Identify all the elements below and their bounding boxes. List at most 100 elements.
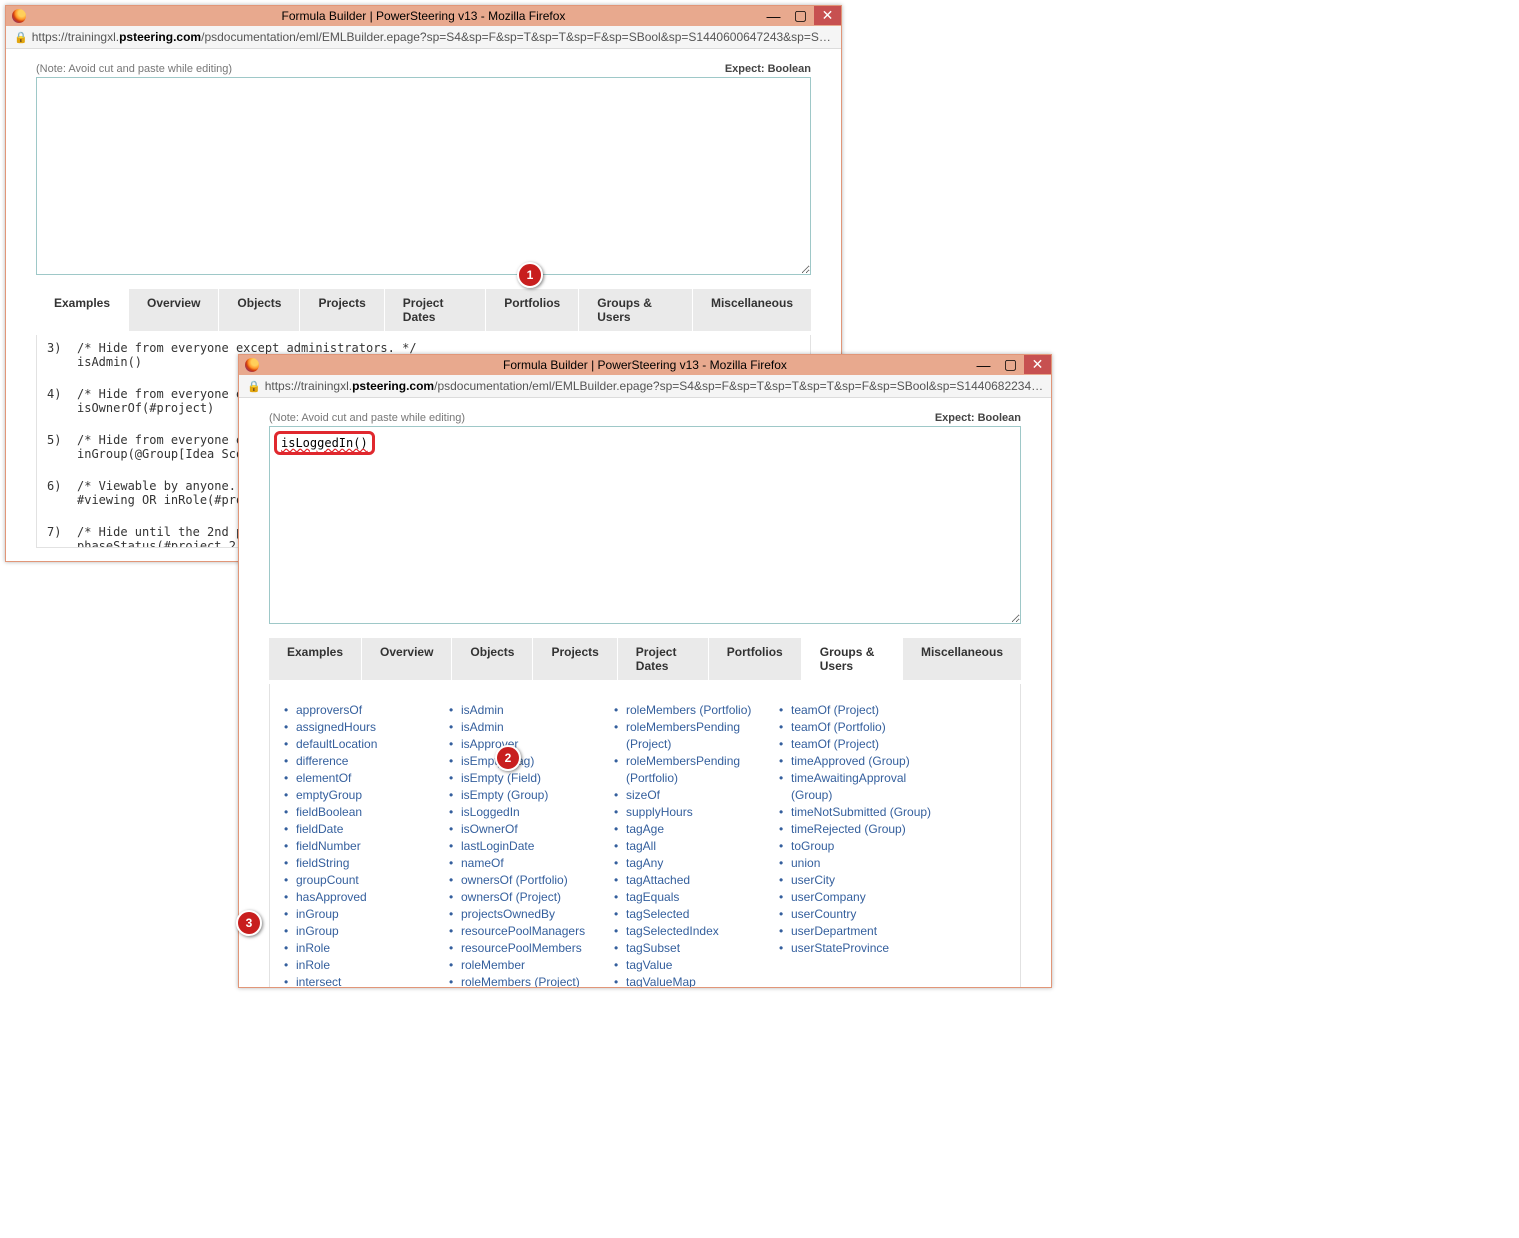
function-link[interactable]: isEmpty (Field) — [449, 770, 614, 787]
tab-groups-users[interactable]: Groups & Users — [801, 638, 902, 680]
function-link[interactable]: roleMembersPending (Portfolio) — [614, 753, 779, 787]
function-link[interactable]: defaultLocation — [284, 736, 449, 753]
editor-note: (Note: Avoid cut and paste while editing… — [269, 412, 465, 424]
function-link[interactable]: timeAwaitingApproval (Group) — [779, 770, 944, 804]
function-link[interactable]: tagAge — [614, 821, 779, 838]
minimize-button[interactable]: — — [760, 6, 787, 25]
function-link[interactable]: userCompany — [779, 889, 944, 906]
tab-miscellaneous[interactable]: Miscellaneous — [692, 289, 811, 331]
editor-note: (Note: Avoid cut and paste while editing… — [36, 63, 232, 75]
expect-label: Expect: Boolean — [935, 412, 1021, 424]
function-link[interactable]: fieldString — [284, 855, 449, 872]
function-link[interactable]: toGroup — [779, 838, 944, 855]
function-link[interactable]: elementOf — [284, 770, 449, 787]
function-link[interactable]: resourcePoolManagers — [449, 923, 614, 940]
function-link[interactable]: roleMember — [449, 957, 614, 974]
function-link[interactable]: intersect — [284, 974, 449, 987]
function-link[interactable]: approversOf — [284, 702, 449, 719]
function-link[interactable]: teamOf (Portfolio) — [779, 719, 944, 736]
tab-portfolios[interactable]: Portfolios — [708, 638, 801, 680]
maximize-button[interactable]: ▢ — [997, 355, 1024, 374]
function-link[interactable]: projectsOwnedBy — [449, 906, 614, 923]
function-link[interactable]: supplyHours — [614, 804, 779, 821]
function-link[interactable]: roleMembers (Portfolio) — [614, 702, 779, 719]
close-button[interactable]: ✕ — [1024, 355, 1051, 374]
function-link[interactable]: isAdmin — [449, 702, 614, 719]
function-link[interactable]: isApprover — [449, 736, 614, 753]
tab-examples[interactable]: Examples — [36, 289, 128, 331]
function-link[interactable]: assignedHours — [284, 719, 449, 736]
function-link[interactable]: inRole — [284, 957, 449, 974]
function-link[interactable]: userCountry — [779, 906, 944, 923]
function-link[interactable]: sizeOf — [614, 787, 779, 804]
function-link[interactable]: fieldDate — [284, 821, 449, 838]
tab-projects[interactable]: Projects — [299, 289, 383, 331]
function-link[interactable]: tagAny — [614, 855, 779, 872]
function-link[interactable]: resourcePoolMembers — [449, 940, 614, 957]
window-titlebar: Formula Builder | PowerSteering v13 - Mo… — [6, 6, 841, 25]
function-link[interactable]: fieldNumber — [284, 838, 449, 855]
function-link[interactable]: fieldBoolean — [284, 804, 449, 821]
formula-editor[interactable] — [36, 77, 811, 275]
close-button[interactable]: ✕ — [814, 6, 841, 25]
tab-portfolios[interactable]: Portfolios — [485, 289, 578, 331]
function-link[interactable]: teamOf (Project) — [779, 702, 944, 719]
function-link[interactable]: tagSelected — [614, 906, 779, 923]
lock-icon: 🔒 — [14, 31, 28, 44]
function-link[interactable]: tagValueMap — [614, 974, 779, 987]
function-link[interactable]: timeApproved (Group) — [779, 753, 944, 770]
maximize-button[interactable]: ▢ — [787, 6, 814, 25]
function-link[interactable]: groupCount — [284, 872, 449, 889]
app-icon — [12, 9, 26, 23]
function-link[interactable]: hasApproved — [284, 889, 449, 906]
function-link[interactable]: tagEquals — [614, 889, 779, 906]
function-link[interactable]: tagAttached — [614, 872, 779, 889]
formula-editor[interactable]: isLoggedIn() — [269, 426, 1021, 624]
function-link[interactable]: tagAll — [614, 838, 779, 855]
function-link[interactable]: inRole — [284, 940, 449, 957]
function-link[interactable]: userStateProvince — [779, 940, 944, 957]
function-link[interactable]: isEmpty (Tag) — [449, 753, 614, 770]
window-title: Formula Builder | PowerSteering v13 - Mo… — [6, 9, 841, 23]
tab-project-dates[interactable]: Project Dates — [384, 289, 485, 331]
callout-2: 2 — [495, 745, 521, 771]
tab-miscellaneous[interactable]: Miscellaneous — [902, 638, 1021, 680]
tab-examples[interactable]: Examples — [269, 638, 361, 680]
function-link[interactable]: userDepartment — [779, 923, 944, 940]
tab-overview[interactable]: Overview — [128, 289, 218, 331]
address-bar[interactable]: 🔒 https://trainingxl.psteering.com/psdoc… — [239, 374, 1051, 398]
tab-objects[interactable]: Objects — [218, 289, 299, 331]
function-link[interactable]: teamOf (Project) — [779, 736, 944, 753]
function-link[interactable]: isAdmin — [449, 719, 614, 736]
function-link[interactable]: ownersOf (Project) — [449, 889, 614, 906]
function-link[interactable]: inGroup — [284, 906, 449, 923]
function-link[interactable]: emptyGroup — [284, 787, 449, 804]
function-link[interactable]: isOwnerOf — [449, 821, 614, 838]
function-link[interactable]: difference — [284, 753, 449, 770]
function-link[interactable]: inGroup — [284, 923, 449, 940]
function-link[interactable]: union — [779, 855, 944, 872]
function-link[interactable]: tagSubset — [614, 940, 779, 957]
tab-groups-users[interactable]: Groups & Users — [578, 289, 692, 331]
address-bar[interactable]: 🔒 https://trainingxl.psteering.com/psdoc… — [6, 25, 841, 49]
example-number: 3) — [43, 341, 77, 369]
expect-label: Expect: Boolean — [725, 63, 811, 75]
function-link[interactable]: nameOf — [449, 855, 614, 872]
function-link[interactable]: isLoggedIn — [449, 804, 614, 821]
function-link[interactable]: roleMembersPending (Project) — [614, 719, 779, 753]
function-link[interactable]: tagValue — [614, 957, 779, 974]
function-link[interactable]: lastLoginDate — [449, 838, 614, 855]
minimize-button[interactable]: — — [970, 355, 997, 374]
function-link[interactable]: userCity — [779, 872, 944, 889]
function-link[interactable]: ownersOf (Portfolio) — [449, 872, 614, 889]
function-link[interactable]: timeNotSubmitted (Group) — [779, 804, 944, 821]
function-link[interactable]: roleMembers (Project) — [449, 974, 614, 987]
function-link[interactable]: tagSelectedIndex — [614, 923, 779, 940]
tab-projects[interactable]: Projects — [532, 638, 616, 680]
example-number: 4) — [43, 387, 77, 415]
tab-project-dates[interactable]: Project Dates — [617, 638, 708, 680]
function-link[interactable]: timeRejected (Group) — [779, 821, 944, 838]
tab-objects[interactable]: Objects — [451, 638, 532, 680]
function-link[interactable]: isEmpty (Group) — [449, 787, 614, 804]
tab-overview[interactable]: Overview — [361, 638, 451, 680]
